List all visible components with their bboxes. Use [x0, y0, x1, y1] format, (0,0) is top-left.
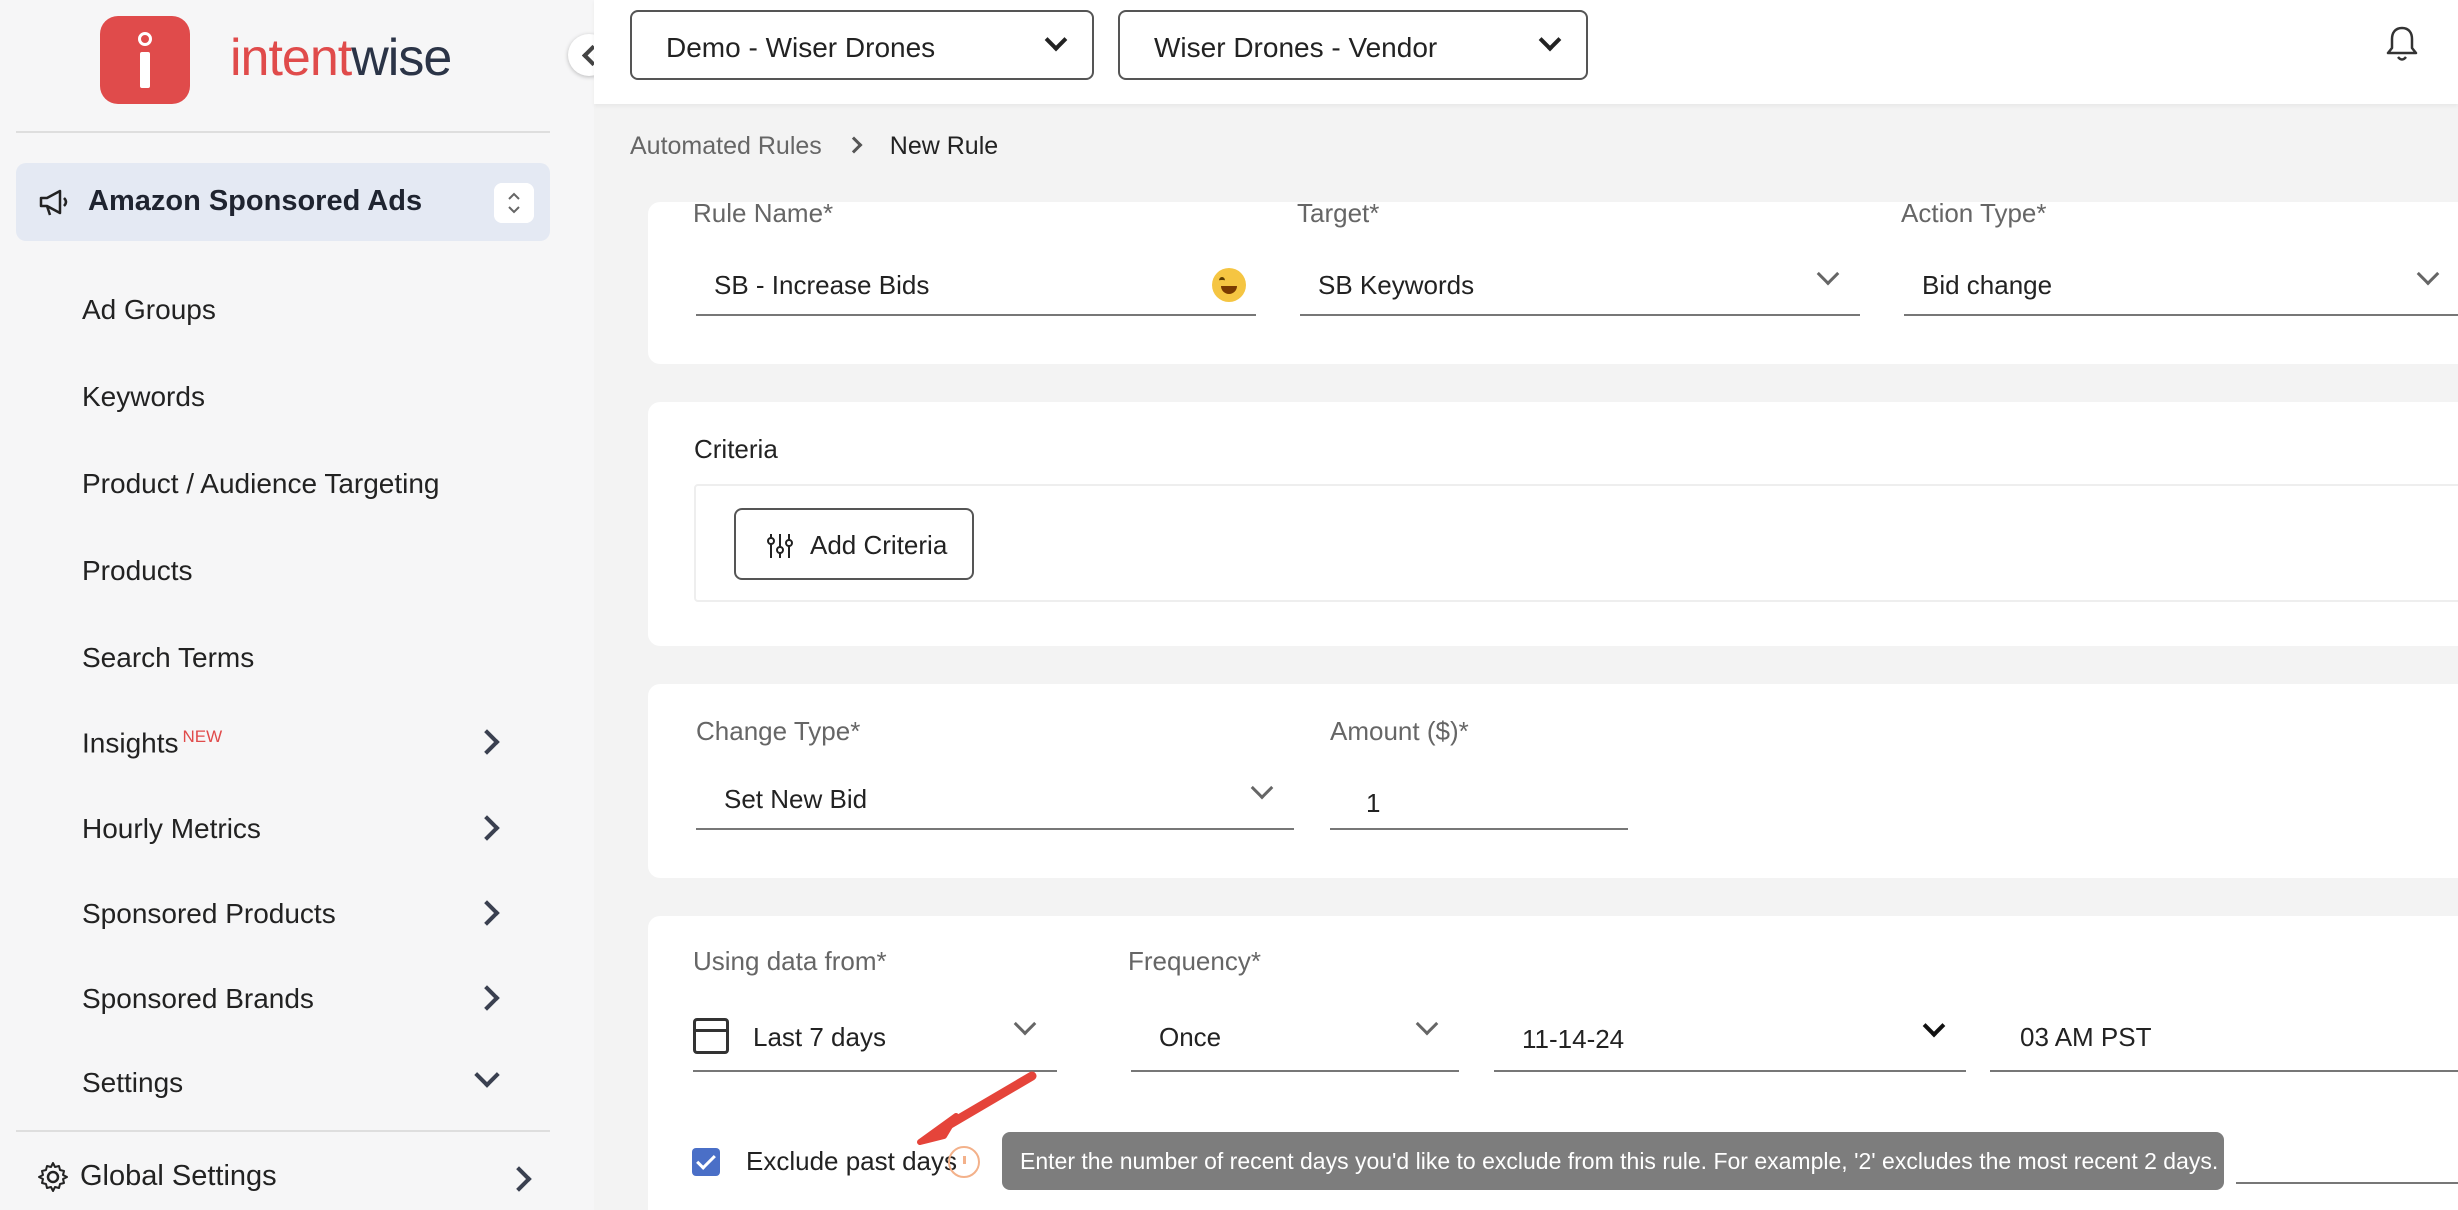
- criteria-title: Criteria: [694, 434, 778, 464]
- global-settings-label: Global Settings: [80, 1160, 277, 1192]
- breadcrumb: Automated Rules New Rule: [630, 132, 998, 161]
- chevron-right-icon: [845, 136, 863, 154]
- profile-select[interactable]: Wiser Drones - Vendor: [1118, 10, 1588, 80]
- sidebar-item-hourly-metrics[interactable]: Hourly Metrics: [82, 813, 261, 845]
- megaphone-icon: [39, 189, 68, 216]
- sidebar-item-settings[interactable]: Settings: [82, 1067, 183, 1099]
- product-switcher-label: Amazon Sponsored Ads: [88, 185, 423, 217]
- gear-icon: [38, 1162, 68, 1193]
- date-value: 11-14-24: [1522, 1024, 1625, 1054]
- new-badge: NEW: [182, 727, 223, 746]
- rule-name-value: SB - Increase Bids: [714, 270, 930, 300]
- calendar-icon: [693, 1018, 729, 1054]
- chevron-down-icon: [1922, 1014, 1946, 1038]
- rule-basics-card: Rule Name* SB - Increase Bids Target* SB…: [648, 198, 2458, 364]
- account-select-value: Demo - Wiser Drones: [666, 32, 936, 63]
- data-range-label: Using data from*: [693, 946, 887, 976]
- amount-input[interactable]: 1: [1330, 760, 1628, 830]
- data-range-select[interactable]: Last 7 days: [693, 1002, 1057, 1072]
- chevron-down-icon: [1538, 28, 1562, 52]
- sidebar-item-keywords[interactable]: Keywords: [82, 381, 205, 413]
- change-card: Change Type* Set New Bid Amount ($)* 1: [648, 684, 2458, 878]
- change-type-label: Change Type*: [696, 716, 861, 746]
- exclude-past-days-label: Exclude past days: [746, 1146, 958, 1176]
- target-label: Target*: [1297, 198, 1380, 228]
- chevron-right-icon[interactable]: [474, 900, 500, 926]
- rule-name-input[interactable]: SB - Increase Bids: [696, 246, 1256, 316]
- info-icon[interactable]: [948, 1146, 980, 1178]
- add-criteria-button[interactable]: Add Criteria: [734, 508, 974, 580]
- field-underline: [2236, 1182, 2458, 1184]
- criteria-card: Criteria Add Criteria: [648, 402, 2458, 646]
- date-select[interactable]: 11-14-24: [1494, 1002, 1966, 1072]
- sidebar: intentwise Amazon Sponsored Ads Ad Group…: [0, 0, 594, 1210]
- time-value: 03 AM PST: [2020, 1022, 2152, 1052]
- action-type-label: Action Type*: [1901, 198, 2047, 228]
- breadcrumb-current: New Rule: [889, 132, 999, 160]
- sidebar-item-search-terms[interactable]: Search Terms: [82, 642, 254, 674]
- updown-chevron-icon: [494, 183, 534, 223]
- sidebar-divider: [16, 131, 550, 133]
- sidebar-item-sponsored-brands[interactable]: Sponsored Brands: [82, 983, 314, 1015]
- target-select[interactable]: SB Keywords: [1300, 246, 1860, 316]
- chevron-down-icon: [2416, 262, 2440, 286]
- change-type-value: Set New Bid: [724, 784, 868, 814]
- action-type-select[interactable]: Bid change: [1904, 246, 2458, 316]
- sidebar-item-insights[interactable]: Insights NEW: [82, 727, 222, 759]
- chevron-right-icon[interactable]: [474, 815, 500, 841]
- sidebar-item-ad-groups[interactable]: Ad Groups: [82, 294, 216, 326]
- chevron-right-icon[interactable]: [474, 985, 500, 1011]
- target-value: SB Keywords: [1318, 270, 1475, 300]
- frequency-label: Frequency*: [1128, 946, 1261, 976]
- chevron-down-icon: [1044, 28, 1068, 52]
- exclude-past-days-checkbox[interactable]: [692, 1148, 720, 1176]
- sidebar-divider: [16, 1130, 550, 1132]
- product-switcher[interactable]: Amazon Sponsored Ads: [16, 163, 550, 241]
- frequency-select[interactable]: Once: [1131, 1002, 1459, 1072]
- emoji-icon[interactable]: [1212, 268, 1246, 302]
- data-range-value: Last 7 days: [753, 1022, 886, 1052]
- sidebar-item-products[interactable]: Products: [82, 555, 193, 587]
- exclude-tooltip: Enter the number of recent days you'd li…: [1002, 1132, 2224, 1190]
- global-settings-link[interactable]: Global Settings: [36, 1160, 277, 1194]
- chevron-down-icon: [1816, 262, 1840, 286]
- chevron-down-icon: [1250, 776, 1274, 800]
- chevron-down-icon: [1013, 1012, 1037, 1036]
- amount-label: Amount ($)*: [1330, 716, 1469, 746]
- bell-icon[interactable]: [2384, 24, 2420, 64]
- chevron-right-icon[interactable]: [506, 1166, 532, 1192]
- amount-value: 1: [1366, 788, 1381, 818]
- breadcrumb-parent[interactable]: Automated Rules: [630, 132, 822, 160]
- brand-wordmark: intentwise: [230, 29, 452, 87]
- chevron-right-icon[interactable]: [474, 729, 500, 755]
- action-type-value: Bid change: [1922, 270, 2053, 300]
- sliders-icon: [767, 534, 793, 558]
- top-bar: Demo - Wiser Drones Wiser Drones - Vendo…: [594, 0, 2458, 104]
- rule-name-label: Rule Name*: [693, 198, 834, 228]
- chevron-down-icon[interactable]: [474, 1062, 500, 1088]
- intentwise-logo-icon[interactable]: [100, 16, 190, 104]
- frequency-value: Once: [1159, 1022, 1222, 1052]
- time-select[interactable]: 03 AM PST: [1990, 1002, 2458, 1072]
- profile-select-value: Wiser Drones - Vendor: [1154, 32, 1438, 63]
- change-type-select[interactable]: Set New Bid: [696, 760, 1294, 830]
- sidebar-item-product-audience-targeting[interactable]: Product / Audience Targeting: [82, 468, 440, 500]
- add-criteria-label: Add Criteria: [810, 530, 948, 560]
- sidebar-item-label: Insights: [82, 727, 179, 759]
- account-select[interactable]: Demo - Wiser Drones: [630, 10, 1094, 80]
- criteria-box: Add Criteria: [694, 484, 2458, 602]
- sidebar-item-sponsored-products[interactable]: Sponsored Products: [82, 898, 336, 930]
- chevron-down-icon: [1415, 1012, 1439, 1036]
